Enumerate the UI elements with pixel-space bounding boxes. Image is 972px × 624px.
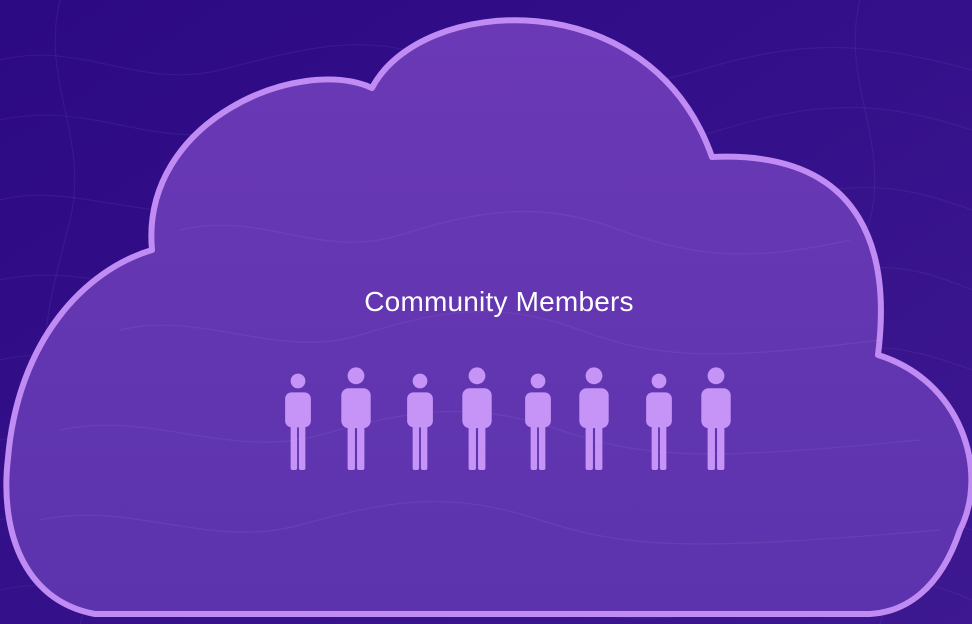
community-cloud-diagram: Community Members: [0, 0, 972, 624]
diagram-caption: Community Members: [364, 286, 634, 317]
